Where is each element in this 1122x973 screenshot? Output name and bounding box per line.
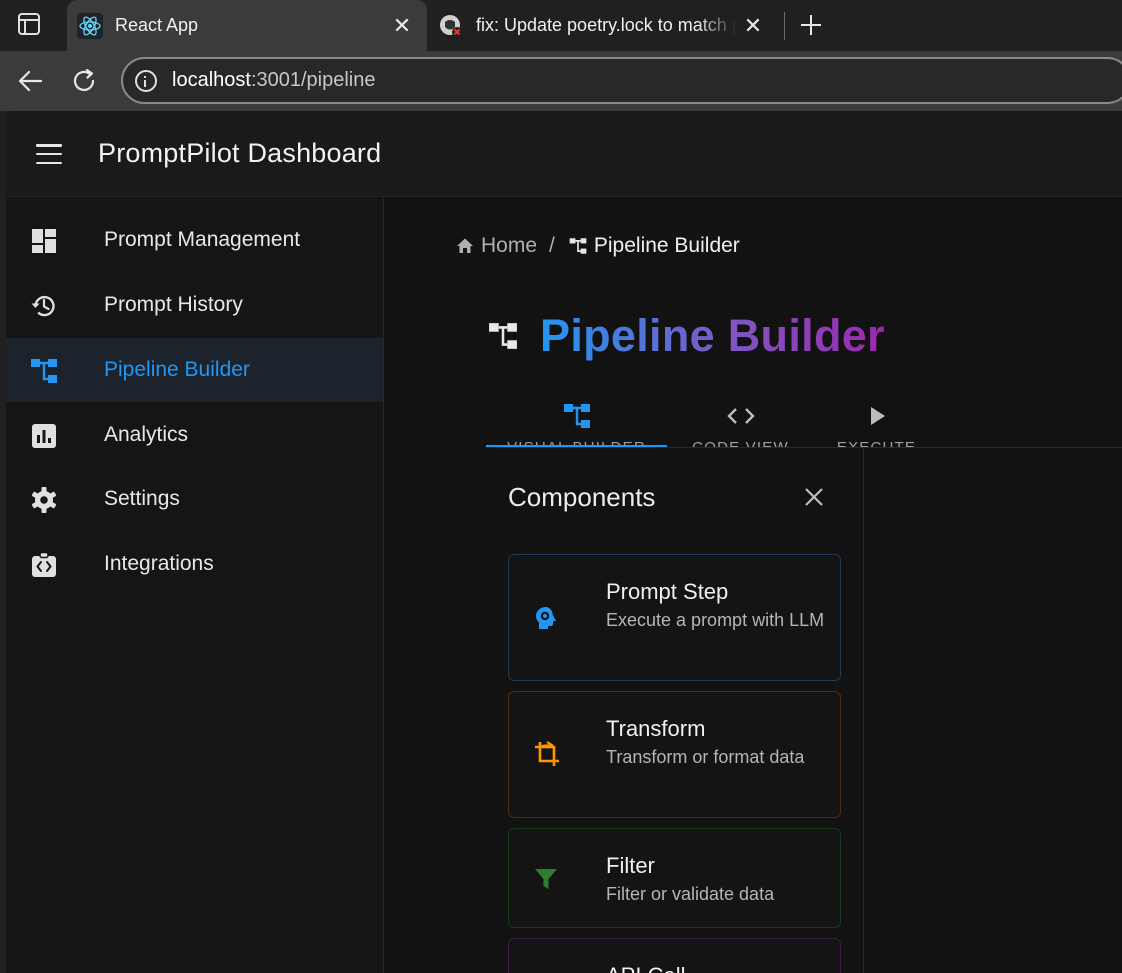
menu-button[interactable] xyxy=(34,140,64,168)
browser-tab-react-app[interactable]: React App ✕ xyxy=(67,0,427,51)
sidebar-item-pipeline-builder[interactable]: Pipeline Builder xyxy=(6,338,383,402)
browser-window: React App ✕ fix: Update poetry.lock to m… xyxy=(0,0,1122,973)
tab-label: VISUAL BUILDER xyxy=(507,439,646,445)
sidebar-item-label: Settings xyxy=(104,487,180,510)
dashboard-icon xyxy=(32,229,56,253)
tab-label: EXECUTE xyxy=(837,439,916,447)
code-icon xyxy=(726,408,755,424)
tab-label: CODE VIEW xyxy=(692,439,789,447)
account-tree-icon xyxy=(489,323,517,349)
component-title: Prompt Step xyxy=(606,579,729,604)
sidebar: Prompt Management Prompt History Pipelin… xyxy=(6,198,384,973)
react-icon xyxy=(77,12,103,39)
breadcrumb: Home / Pipeline Builder xyxy=(456,234,740,258)
view-tabs: VISUAL BUILDER CODE VIEW EXECUTE xyxy=(486,391,1122,448)
github-error-icon xyxy=(438,13,464,39)
psychology-icon xyxy=(536,607,556,629)
account-tree-icon xyxy=(569,238,587,254)
breadcrumb-separator: / xyxy=(549,234,555,257)
component-card-filter[interactable]: Filter Filter or validate data xyxy=(508,828,841,928)
reload-icon xyxy=(73,68,95,92)
tab-visual-builder[interactable]: VISUAL BUILDER xyxy=(486,391,667,447)
component-description: Execute a prompt with LLM xyxy=(606,610,825,630)
components-title: Components xyxy=(508,482,656,512)
close-icon xyxy=(805,488,823,506)
component-card-api-call[interactable]: API Call xyxy=(508,938,841,973)
play-icon xyxy=(870,407,885,425)
main-content: Home / Pipeline Builder Pipeline Builder… xyxy=(384,198,1122,973)
reload-button[interactable] xyxy=(66,63,102,99)
sidebar-item-analytics[interactable]: Analytics xyxy=(6,403,383,467)
component-description: Transform or format data xyxy=(606,747,805,767)
app-bar: PromptPilot Dashboard xyxy=(6,111,1122,197)
account-tree-icon xyxy=(31,359,57,383)
menu-icon-line xyxy=(36,144,62,147)
sidebar-item-label: Analytics xyxy=(104,423,189,446)
filter-icon xyxy=(535,869,557,889)
url-path: :3001/pipeline xyxy=(250,69,376,91)
account-tree-icon xyxy=(563,404,590,428)
sidebar-item-settings[interactable]: Settings xyxy=(6,467,383,531)
url-text: localhost:3001/pipeline xyxy=(172,69,376,92)
menu-icon-line xyxy=(36,152,62,156)
crop-transform-icon xyxy=(535,741,559,766)
sidebar-item-label: Integrations xyxy=(104,552,214,575)
new-tab-button[interactable] xyxy=(794,6,828,44)
tab-title: React App xyxy=(115,15,199,35)
breadcrumb-current: Pipeline Builder xyxy=(569,234,740,258)
sidebar-item-label: Prompt Management xyxy=(104,228,301,251)
component-title: Filter xyxy=(606,853,655,878)
plus-icon xyxy=(801,15,821,35)
tab-separator xyxy=(784,12,785,40)
home-icon xyxy=(457,238,473,253)
gear-icon xyxy=(31,487,57,513)
close-palette-button[interactable] xyxy=(797,480,831,514)
sidebar-item-integrations[interactable]: Integrations xyxy=(6,532,383,596)
tab-title: fix: Update poetry.lock to match p xyxy=(476,15,736,35)
sidebar-item-label: Pipeline Builder xyxy=(104,358,250,381)
page-title: Pipeline Builder xyxy=(540,310,885,361)
breadcrumb-home-label: Home xyxy=(481,234,538,257)
sidebar-item-prompt-history[interactable]: Prompt History xyxy=(6,273,383,337)
app-title: PromptPilot Dashboard xyxy=(98,138,382,168)
sidebar-item-prompt-management[interactable]: Prompt Management xyxy=(6,208,383,272)
component-title: Transform xyxy=(606,716,706,741)
component-description: Filter or validate data xyxy=(606,884,775,904)
page-heading: Pipeline Builder xyxy=(488,310,885,362)
panel-divider xyxy=(863,448,864,973)
menu-icon-line xyxy=(36,161,62,164)
arrow-left-icon xyxy=(18,70,43,92)
tab-actions-icon[interactable] xyxy=(18,13,40,35)
back-button[interactable] xyxy=(12,63,48,99)
sidebar-item-label: Prompt History xyxy=(104,293,243,316)
browser-toolbar: localhost:3001/pipeline xyxy=(0,51,1122,111)
close-tab-icon[interactable]: ✕ xyxy=(385,9,419,43)
breadcrumb-current-label: Pipeline Builder xyxy=(593,234,740,257)
component-card-transform[interactable]: Transform Transform or format data xyxy=(508,691,841,818)
site-info-icon[interactable] xyxy=(135,69,157,92)
component-card-prompt-step[interactable]: Prompt Step Execute a prompt with LLM xyxy=(508,554,841,681)
integration-icon xyxy=(32,551,56,577)
tab-execute[interactable]: EXECUTE xyxy=(786,391,967,447)
address-bar[interactable]: localhost:3001/pipeline xyxy=(121,57,1122,104)
breadcrumb-home[interactable]: Home xyxy=(456,234,537,258)
close-tab-icon[interactable]: ✕ xyxy=(736,9,770,43)
browser-tab-github[interactable]: fix: Update poetry.lock to match p ✕ xyxy=(428,0,778,51)
app-root: PromptPilot Dashboard Prompt Management xyxy=(6,111,1122,973)
browser-tabstrip: React App ✕ fix: Update poetry.lock to m… xyxy=(0,0,1122,51)
analytics-icon xyxy=(32,424,56,448)
component-title: API Call xyxy=(606,963,685,973)
url-host: localhost xyxy=(172,69,251,91)
history-icon xyxy=(31,295,55,317)
